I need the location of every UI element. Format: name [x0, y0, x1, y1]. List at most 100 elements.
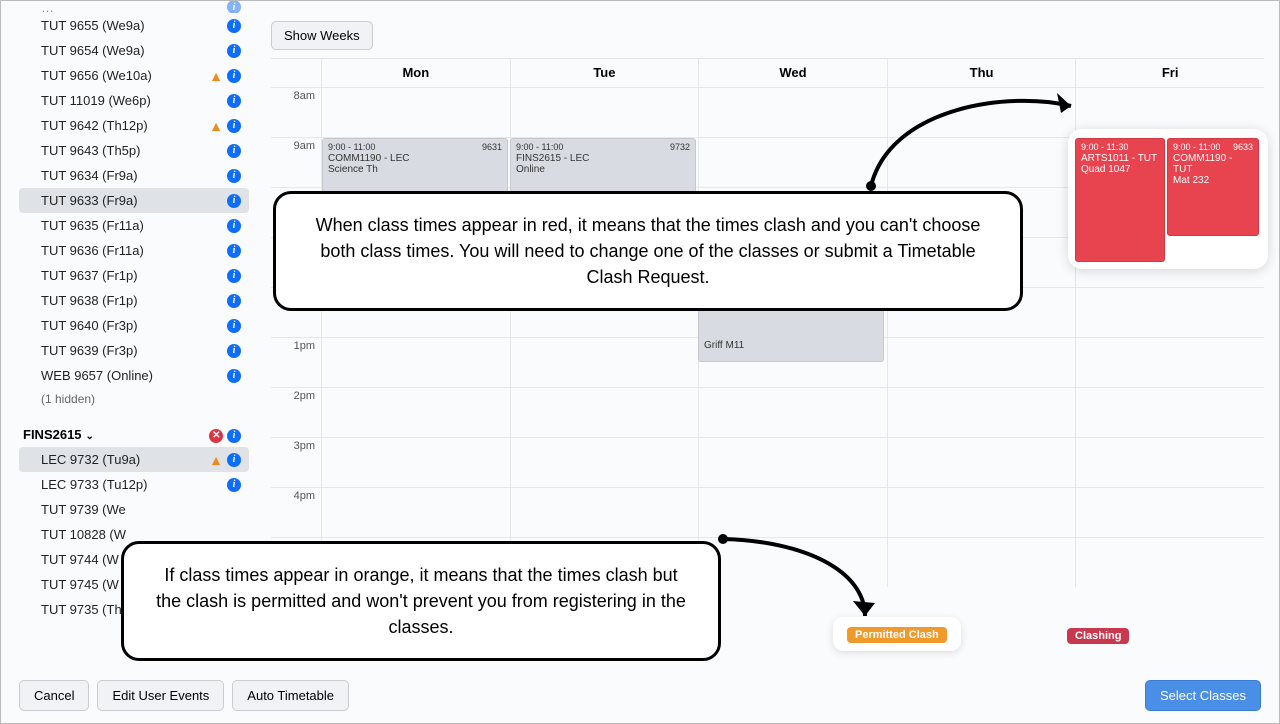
cell[interactable]: [510, 438, 699, 487]
cell[interactable]: [510, 388, 699, 437]
warning-icon: ▲: [209, 69, 223, 83]
info-icon[interactable]: i: [227, 19, 241, 33]
remove-icon[interactable]: ✕: [209, 429, 223, 443]
cell[interactable]: [887, 488, 1076, 537]
cell[interactable]: [321, 338, 510, 387]
cell[interactable]: [510, 488, 699, 537]
cell[interactable]: [698, 488, 887, 537]
calendar-header: Mon Tue Wed Thu Fri: [271, 59, 1264, 87]
cell[interactable]: [321, 438, 510, 487]
cell[interactable]: [321, 388, 510, 437]
event-fri-arts1011[interactable]: 9:00 - 11:30 ARTS1011 - TUT Quad 1047: [1075, 138, 1165, 262]
cell[interactable]: [321, 88, 510, 137]
class-list-item[interactable]: TUT 9654 (We9a)i: [19, 38, 249, 63]
cell[interactable]: [1075, 538, 1264, 587]
class-list-item[interactable]: TUT 9655 (We9a)i: [19, 13, 249, 38]
day-header-fri: Fri: [1075, 59, 1264, 87]
auto-timetable-button[interactable]: Auto Timetable: [232, 680, 349, 711]
cell[interactable]: [698, 138, 887, 187]
info-icon[interactable]: i: [227, 219, 241, 233]
event-fri-comm1190[interactable]: 9:00 - 11:009633 COMM1190 - TUT Mat 232: [1167, 138, 1259, 236]
info-icon[interactable]: i: [227, 344, 241, 358]
cell[interactable]: [1075, 288, 1264, 337]
event-time: 9:00 - 11:00: [516, 142, 563, 152]
day-header-mon: Mon: [321, 59, 510, 87]
cell[interactable]: [887, 338, 1076, 387]
event-time: 9:00 - 11:00: [1173, 142, 1220, 152]
info-icon[interactable]: i: [227, 478, 241, 492]
info-icon[interactable]: i: [227, 69, 241, 83]
class-list-item[interactable]: TUT 9642 (Th12p)▲i: [19, 113, 249, 138]
cell[interactable]: [698, 88, 887, 137]
class-list-item[interactable]: TUT 9635 (Fr11a)i: [19, 213, 249, 238]
info-icon[interactable]: i: [227, 453, 241, 467]
hour-label: 9am: [271, 138, 321, 187]
class-list-item[interactable]: TUT 9634 (Fr9a)i: [19, 163, 249, 188]
cancel-button[interactable]: Cancel: [19, 680, 89, 711]
class-list-item[interactable]: WEB 9657 (Online)i: [19, 363, 249, 388]
day-header-wed: Wed: [698, 59, 887, 87]
class-list-item[interactable]: LEC 9732 (Tu9a)▲i: [19, 447, 249, 472]
cell[interactable]: [887, 88, 1076, 137]
info-icon[interactable]: i: [227, 429, 241, 443]
class-list-item[interactable]: TUT 9643 (Th5p)i: [19, 138, 249, 163]
class-label: TUT 9637 (Fr1p): [41, 268, 227, 283]
select-classes-button[interactable]: Select Classes: [1145, 680, 1261, 711]
info-icon[interactable]: i: [227, 194, 241, 208]
cell[interactable]: [887, 388, 1076, 437]
class-label: TUT 9634 (Fr9a): [41, 168, 227, 183]
class-list-item[interactable]: …i: [19, 1, 249, 13]
cell[interactable]: [887, 438, 1076, 487]
cell[interactable]: [887, 138, 1076, 187]
info-icon[interactable]: i: [227, 169, 241, 183]
class-label: TUT 9642 (Th12p): [41, 118, 209, 133]
event-location: Mat 232: [1173, 175, 1253, 186]
cell[interactable]: [1075, 338, 1264, 387]
event-location: Science Th: [328, 164, 502, 175]
info-icon[interactable]: i: [227, 94, 241, 108]
hour-label: 2pm: [271, 388, 321, 437]
class-list-item[interactable]: TUT 9639 (Fr3p)i: [19, 338, 249, 363]
cell[interactable]: [321, 488, 510, 537]
cell[interactable]: [698, 388, 887, 437]
hour-label: 8am: [271, 88, 321, 137]
event-location: Griff M11: [704, 340, 878, 351]
cell[interactable]: [510, 88, 699, 137]
callout-red-clash: When class times appear in red, it means…: [273, 191, 1023, 311]
info-icon[interactable]: i: [227, 119, 241, 133]
class-list-item[interactable]: TUT 9633 (Fr9a)i: [19, 188, 249, 213]
hour-row: 3pm: [271, 437, 1264, 487]
warning-icon: ▲: [209, 453, 223, 467]
class-label: TUT 9656 (We10a): [41, 68, 209, 83]
info-icon[interactable]: i: [227, 144, 241, 158]
class-list-item[interactable]: TUT 9656 (We10a)▲ i: [19, 63, 249, 88]
cell[interactable]: [698, 438, 887, 487]
info-icon[interactable]: i: [227, 44, 241, 58]
class-label: TUT 9639 (Fr3p): [41, 343, 227, 358]
info-icon[interactable]: i: [227, 294, 241, 308]
edit-user-events-button[interactable]: Edit User Events: [97, 680, 224, 711]
cell[interactable]: [1075, 388, 1264, 437]
info-icon[interactable]: i: [227, 269, 241, 283]
cell[interactable]: [698, 538, 887, 587]
class-list-item[interactable]: TUT 9640 (Fr3p)i: [19, 313, 249, 338]
class-list-item[interactable]: TUT 9637 (Fr1p)i: [19, 263, 249, 288]
course-header-fins2615[interactable]: FINS2615 ⌄ ✕ i: [19, 422, 249, 447]
cell[interactable]: [510, 338, 699, 387]
class-list-item[interactable]: LEC 9733 (Tu12p)i: [19, 472, 249, 497]
info-icon[interactable]: i: [227, 369, 241, 383]
class-list-item[interactable]: TUT 9638 (Fr1p)i: [19, 288, 249, 313]
chevron-down-icon: ⌄: [86, 431, 94, 442]
class-list-item[interactable]: TUT 11019 (We6p)i: [19, 88, 249, 113]
info-icon[interactable]: i: [227, 244, 241, 258]
class-list-item[interactable]: TUT 9636 (Fr11a)i: [19, 238, 249, 263]
cell[interactable]: [1075, 488, 1264, 537]
info-icon[interactable]: i: [227, 1, 241, 13]
calendar-body: 8am9am10am11am12pm1pm2pm3pm4pm5pm 9:00 -…: [271, 87, 1264, 597]
show-weeks-button[interactable]: Show Weeks: [271, 21, 373, 50]
class-list-item[interactable]: TUT 9739 (We: [19, 497, 249, 522]
info-icon[interactable]: i: [227, 319, 241, 333]
course-code: FINS2615: [23, 427, 82, 442]
cell[interactable]: [887, 538, 1076, 587]
cell[interactable]: [1075, 438, 1264, 487]
